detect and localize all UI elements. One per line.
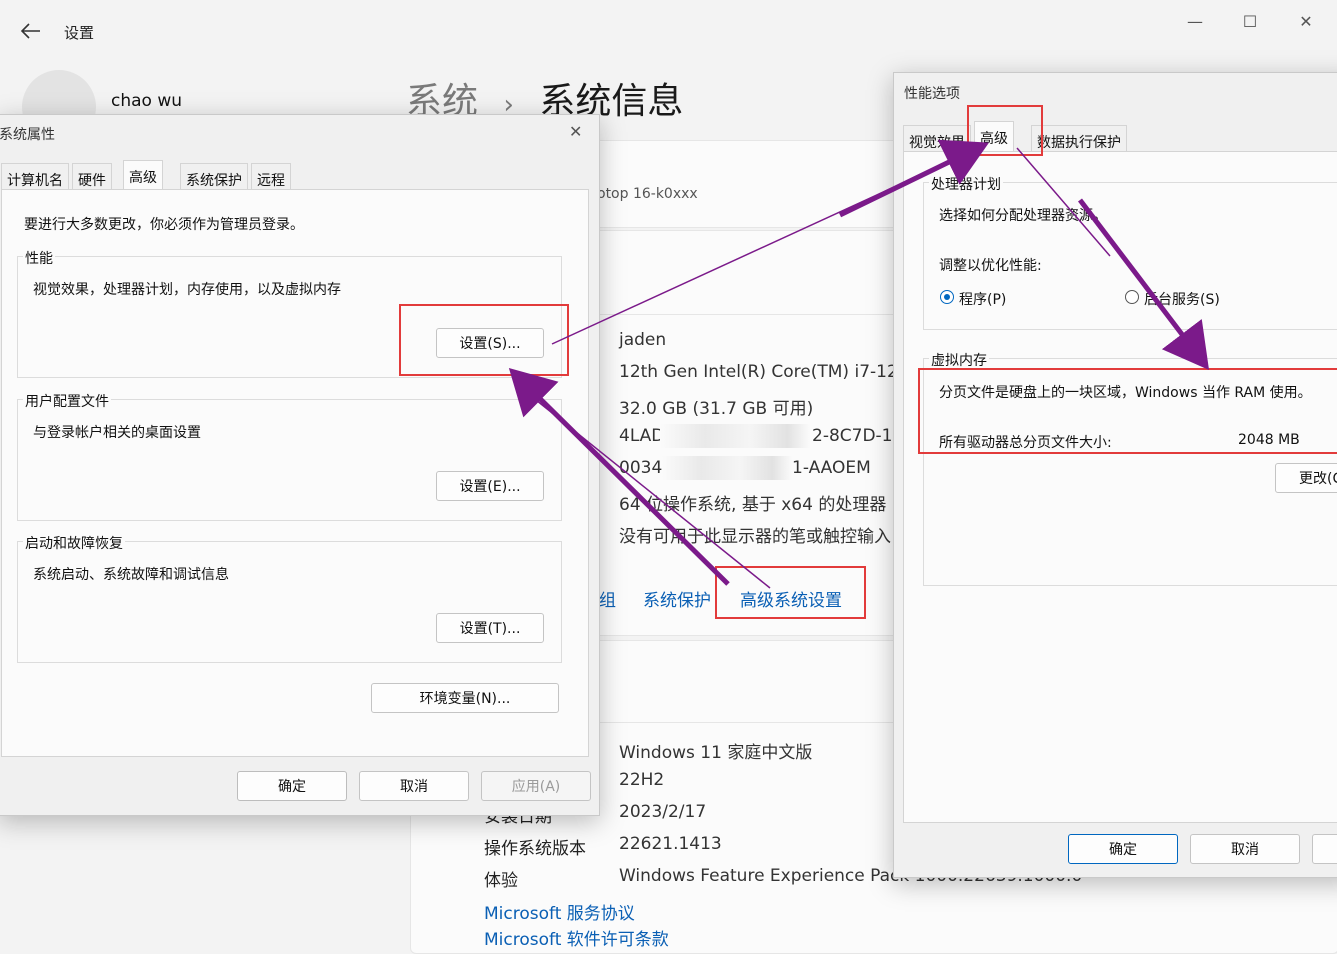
redaction-blur xyxy=(662,456,792,480)
dialog-title: 系统属性 xyxy=(0,127,55,143)
highlight-performance-settings xyxy=(399,304,569,376)
link-system-protection[interactable]: 系统保护 xyxy=(643,586,711,611)
processor-title: 处理器计划 xyxy=(929,174,1003,194)
product-id-start: 0034 xyxy=(619,458,663,478)
profile-desc: 与登录帐户相关的桌面设置 xyxy=(33,425,201,441)
radio-program-label[interactable]: 程序(P) xyxy=(959,289,1006,309)
profile-group xyxy=(17,399,562,521)
experience-label: 体验 xyxy=(484,871,518,891)
performance-options-dialog: 性能选项 视觉效果 高级 数据执行保护 处理器计划 选择如何分配处理器资源。 调… xyxy=(893,72,1337,878)
dialog-title: 性能选项 xyxy=(904,86,960,102)
ok-button[interactable]: 确定 xyxy=(1068,834,1178,864)
product-id-end: 1-AAOEM xyxy=(792,458,871,478)
redaction-blur xyxy=(660,424,810,448)
maximize-icon[interactable]: ☐ xyxy=(1240,12,1260,32)
back-arrow-icon[interactable] xyxy=(20,22,42,40)
user-name: chao wu xyxy=(111,91,183,111)
highlight-advanced-system-settings xyxy=(715,566,866,619)
ram-value: 32.0 GB (31.7 GB 可用) xyxy=(619,399,814,419)
link-service-agreement[interactable]: Microsoft 服务协议 xyxy=(484,899,635,924)
startup-group xyxy=(17,541,562,663)
processor-desc: 选择如何分配处理器资源。 xyxy=(939,208,1107,224)
change-button[interactable]: 更改(C)... xyxy=(1275,463,1337,493)
window-title: 设置 xyxy=(64,24,95,42)
pen-touch-value: 没有可用于此显示器的笔或触控输入 xyxy=(619,527,891,547)
install-date-value: 2023/2/17 xyxy=(619,802,707,822)
admin-note: 要进行大多数更改，你必须作为管理员登录。 xyxy=(24,217,304,233)
processor-value: 12th Gen Intel(R) Core(TM) i7-12700 xyxy=(619,362,931,382)
radio-background-label[interactable]: 后台服务(S) xyxy=(1144,289,1220,309)
advanced-panel: 要进行大多数更改，你必须作为管理员登录。 性能 视觉效果，处理器计划，内存使用，… xyxy=(1,189,589,757)
environment-variables-button[interactable]: 环境变量(N)... xyxy=(371,683,559,713)
highlight-virtual-memory xyxy=(918,368,1337,454)
device-model: otop 16-k0xxx xyxy=(597,186,698,202)
virtual-memory-title: 虚拟内存 xyxy=(929,350,989,370)
system-type-value: 64 位操作系统, 基于 x64 的处理器 xyxy=(619,495,887,515)
ok-button[interactable]: 确定 xyxy=(237,771,347,801)
cancel-button[interactable]: 取消 xyxy=(1190,834,1300,864)
close-icon[interactable]: ✕ xyxy=(1296,12,1316,32)
device-name-value: jaden xyxy=(619,330,667,350)
close-icon[interactable]: ✕ xyxy=(569,122,582,141)
performance-title: 性能 xyxy=(23,248,55,268)
optimize-label: 调整以优化性能: xyxy=(939,258,1042,274)
performance-desc: 视觉效果，处理器计划，内存使用，以及虚拟内存 xyxy=(33,282,341,298)
link-group[interactable]: 组 xyxy=(599,586,616,611)
os-build-value: 22621.1413 xyxy=(619,834,722,854)
minimize-icon[interactable]: — xyxy=(1185,12,1205,32)
apply-button[interactable]: 应用(A) xyxy=(481,771,591,801)
cancel-button[interactable]: 取消 xyxy=(359,771,469,801)
system-properties-dialog: 系统属性 ✕ 计算机名 硬件 高级 系统保护 远程 要进行大多数更改，你必须作为… xyxy=(0,114,600,816)
apply-button[interactable] xyxy=(1312,834,1337,864)
device-id-start: 4LAD xyxy=(619,426,665,446)
link-license-terms[interactable]: Microsoft 软件许可条款 xyxy=(484,925,669,950)
startup-settings-button[interactable]: 设置(T)... xyxy=(436,613,544,643)
startup-desc: 系统启动、系统故障和调试信息 xyxy=(33,567,229,583)
advanced-panel: 处理器计划 选择如何分配处理器资源。 调整以优化性能: 程序(P) 后台服务(S… xyxy=(903,151,1337,823)
profile-settings-button[interactable]: 设置(E)... xyxy=(436,471,544,501)
highlight-advanced-tab xyxy=(967,105,1043,156)
startup-title: 启动和故障恢复 xyxy=(23,533,125,553)
radio-background[interactable] xyxy=(1125,290,1139,304)
version-value: 22H2 xyxy=(619,770,665,790)
radio-program[interactable] xyxy=(940,290,954,304)
edition-value: Windows 11 家庭中文版 xyxy=(619,743,813,763)
os-build-label: 操作系统版本 xyxy=(484,839,586,859)
profile-title: 用户配置文件 xyxy=(23,391,111,411)
